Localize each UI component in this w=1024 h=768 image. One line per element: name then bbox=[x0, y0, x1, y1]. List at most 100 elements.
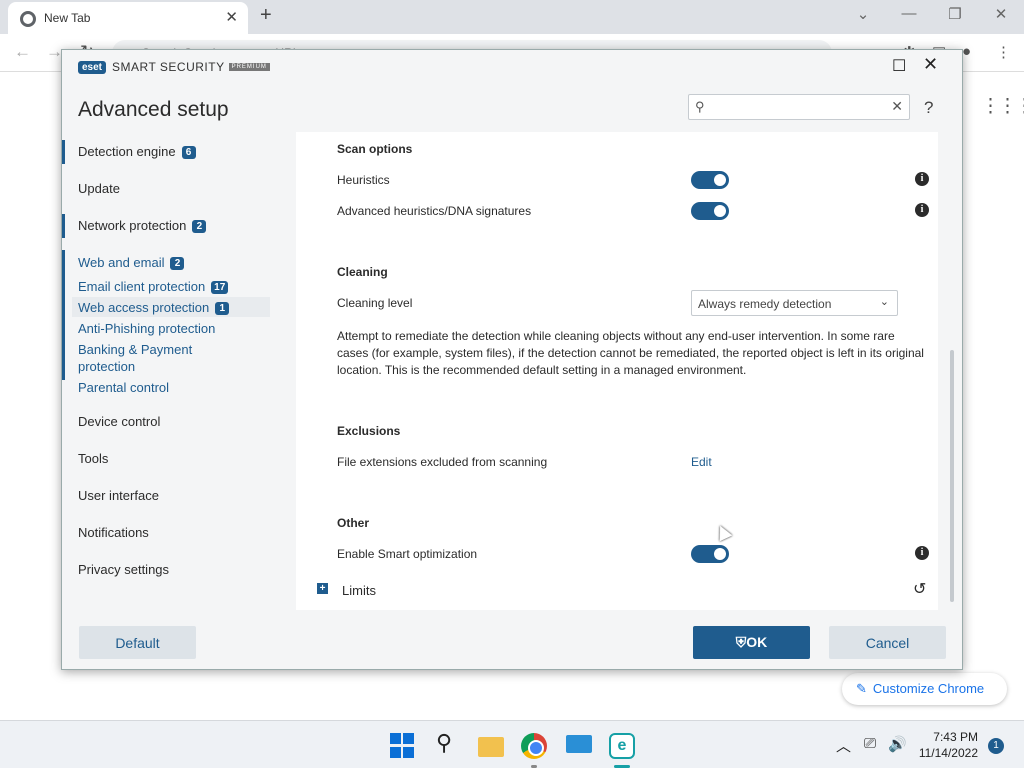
sidebar-item-label: Update bbox=[78, 181, 120, 196]
eset-taskbar-icon[interactable]: e bbox=[609, 733, 635, 759]
setup-search: ⚲ ✕ bbox=[688, 94, 910, 120]
restore-icon[interactable]: ❐ bbox=[940, 5, 970, 23]
help-icon[interactable]: ? bbox=[924, 98, 933, 118]
clock-date: 11/14/2022 bbox=[918, 746, 978, 760]
sidebar-item-parental-control[interactable]: Parental control bbox=[78, 380, 169, 395]
sidebar-item-web-and-email[interactable]: Web and email 2 bbox=[78, 255, 185, 270]
cleaning-level-label: Cleaning level bbox=[337, 296, 413, 310]
remote-desktop-icon[interactable] bbox=[566, 735, 592, 753]
sidebar-item-label: User interface bbox=[78, 488, 159, 503]
kebab-menu-icon[interactable]: ⋮ bbox=[996, 43, 1011, 61]
taskbar-search-icon[interactable]: ⚲ bbox=[436, 730, 462, 756]
count-badge: 2 bbox=[170, 257, 185, 270]
adv-heuristics-label: Advanced heuristics/DNA signatures bbox=[337, 204, 532, 218]
info-icon[interactable]: i bbox=[915, 546, 929, 560]
adv-heuristics-toggle[interactable] bbox=[691, 202, 729, 220]
section-title-scan-options: Scan options bbox=[337, 142, 413, 156]
tab-search-chevron-icon[interactable]: ⌄ bbox=[848, 5, 878, 23]
revert-icon[interactable]: ↺ bbox=[913, 579, 926, 599]
settings-panel: Scan options Heuristics i Advanced heuri… bbox=[296, 132, 938, 610]
sidebar-item-label: Anti-Phishing protection bbox=[78, 321, 216, 336]
minimize-icon[interactable]: — bbox=[894, 5, 924, 22]
sidebar-item-anti-phishing[interactable]: Anti-Phishing protection bbox=[78, 321, 215, 336]
sidebar-item-label: Tools bbox=[78, 451, 109, 466]
sidebar-item-web-access-protection[interactable]: Web access protection 1 bbox=[78, 300, 230, 315]
shield-icon: ⛨ bbox=[735, 634, 747, 650]
sidebar-item-user-interface[interactable]: User interface bbox=[78, 488, 159, 503]
sidebar-item-tools[interactable]: Tools bbox=[78, 451, 108, 466]
profile-avatar-icon[interactable]: ● bbox=[962, 43, 971, 60]
smart-optimization-toggle[interactable] bbox=[691, 545, 729, 563]
windows-start-icon[interactable] bbox=[390, 733, 416, 759]
sidebar-marker bbox=[62, 250, 65, 380]
ok-button[interactable]: ⛨OK bbox=[693, 626, 810, 659]
cleaning-description: Attempt to remediate the detection while… bbox=[337, 329, 924, 377]
sidebar-item-network-protection[interactable]: Network protection 2 bbox=[78, 218, 207, 233]
close-window-icon[interactable]: ✕ bbox=[986, 5, 1016, 23]
sidebar-marker bbox=[62, 140, 65, 164]
sidebar-item-label: Notifications bbox=[78, 525, 149, 540]
back-arrow-icon[interactable]: ← bbox=[14, 42, 31, 62]
heuristics-label: Heuristics bbox=[337, 173, 390, 187]
clear-search-icon[interactable]: ✕ bbox=[891, 98, 903, 115]
volume-icon[interactable]: 🔊 bbox=[888, 735, 907, 753]
pencil-icon: ✎ bbox=[856, 681, 867, 696]
network-icon[interactable]: ⎚ bbox=[864, 735, 876, 752]
search-icon: ⚲ bbox=[695, 99, 705, 114]
sidebar-item-banking-payment-cont[interactable]: protection bbox=[78, 359, 135, 374]
sidebar-item-banking-payment[interactable]: Banking & Payment bbox=[78, 342, 192, 357]
taskbar: ⚲ e ︿ ⎚ 🔊 7:43 PM 11/14/2022 1 bbox=[0, 720, 1024, 768]
cleaning-level-select[interactable]: Always remedy detection ⌄ bbox=[691, 290, 898, 316]
count-badge: 6 bbox=[181, 146, 196, 159]
sidebar-item-email-client-protection[interactable]: Email client protection 17 bbox=[78, 279, 229, 294]
section-title-exclusions: Exclusions bbox=[337, 424, 401, 438]
sidebar-item-detection-engine[interactable]: Detection engine 6 bbox=[78, 144, 196, 159]
sidebar-item-label: Web and email bbox=[78, 255, 165, 270]
notification-badge[interactable]: 1 bbox=[988, 738, 1004, 754]
count-badge: 2 bbox=[192, 220, 207, 233]
google-apps-grid-icon[interactable]: ⋮⋮⋮ bbox=[981, 95, 1024, 118]
excluded-extensions-label: File extensions excluded from scanning bbox=[337, 455, 548, 469]
section-title-other: Other bbox=[337, 516, 370, 530]
section-title-cleaning: Cleaning bbox=[337, 265, 388, 279]
maximize-icon[interactable]: ☐ bbox=[892, 56, 906, 76]
edit-exclusions-link[interactable]: Edit bbox=[691, 455, 712, 469]
smart-optimization-label: Enable Smart optimization bbox=[337, 547, 478, 561]
file-explorer-icon[interactable] bbox=[478, 737, 504, 757]
chevron-down-icon: ⌄ bbox=[879, 296, 889, 308]
eset-brand: eset SMART SECURITY PREMIUM bbox=[78, 60, 270, 74]
sidebar-item-label: Banking & Payment bbox=[78, 342, 193, 357]
browser-tabstrip: New Tab ✕ + ⌄ — ❐ ✕ bbox=[0, 0, 1024, 34]
tab-close-icon[interactable]: ✕ bbox=[225, 8, 238, 26]
search-input[interactable] bbox=[713, 98, 883, 116]
limits-section-label[interactable]: Limits bbox=[342, 583, 376, 598]
sidebar-item-update[interactable]: Update bbox=[78, 181, 120, 196]
count-badge: 1 bbox=[215, 302, 230, 315]
sidebar-item-notifications[interactable]: Notifications bbox=[78, 525, 149, 540]
tab-title: New Tab bbox=[44, 11, 91, 25]
sidebar-item-device-control[interactable]: Device control bbox=[78, 414, 160, 429]
cleaning-level-value: Always remedy detection bbox=[698, 297, 832, 311]
info-icon[interactable]: i bbox=[915, 172, 929, 186]
customize-chrome-button[interactable]: ✎ Customize Chrome bbox=[842, 673, 1007, 705]
sidebar-item-privacy-settings[interactable]: Privacy settings bbox=[78, 562, 169, 577]
tab-new-tab[interactable]: New Tab ✕ bbox=[8, 2, 248, 34]
system-clock[interactable]: 7:43 PM 11/14/2022 bbox=[912, 729, 978, 761]
chrome-taskbar-icon[interactable] bbox=[521, 733, 547, 759]
count-badge: 17 bbox=[211, 281, 229, 294]
new-tab-plus-icon[interactable]: + bbox=[260, 4, 272, 27]
dialog-close-icon[interactable]: ✕ bbox=[923, 54, 938, 75]
scrollbar-thumb[interactable] bbox=[950, 350, 954, 602]
cancel-button[interactable]: Cancel bbox=[829, 626, 946, 659]
heuristics-toggle[interactable] bbox=[691, 171, 729, 189]
default-button[interactable]: Default bbox=[79, 626, 196, 659]
sidebar-item-label: Web access protection bbox=[78, 300, 210, 315]
sidebar-item-label: Privacy settings bbox=[78, 562, 170, 577]
expand-plus-icon[interactable]: + bbox=[317, 583, 328, 594]
tray-chevron-up-icon[interactable]: ︿ bbox=[836, 735, 851, 756]
sidebar-item-label: Detection engine bbox=[78, 144, 176, 159]
customize-chrome-label: Customize Chrome bbox=[872, 681, 985, 696]
info-icon[interactable]: i bbox=[915, 203, 929, 217]
sidebar-item-label: Device control bbox=[78, 414, 161, 429]
advanced-setup-dialog: eset SMART SECURITY PREMIUM ☐ ✕ Advanced… bbox=[61, 49, 963, 670]
